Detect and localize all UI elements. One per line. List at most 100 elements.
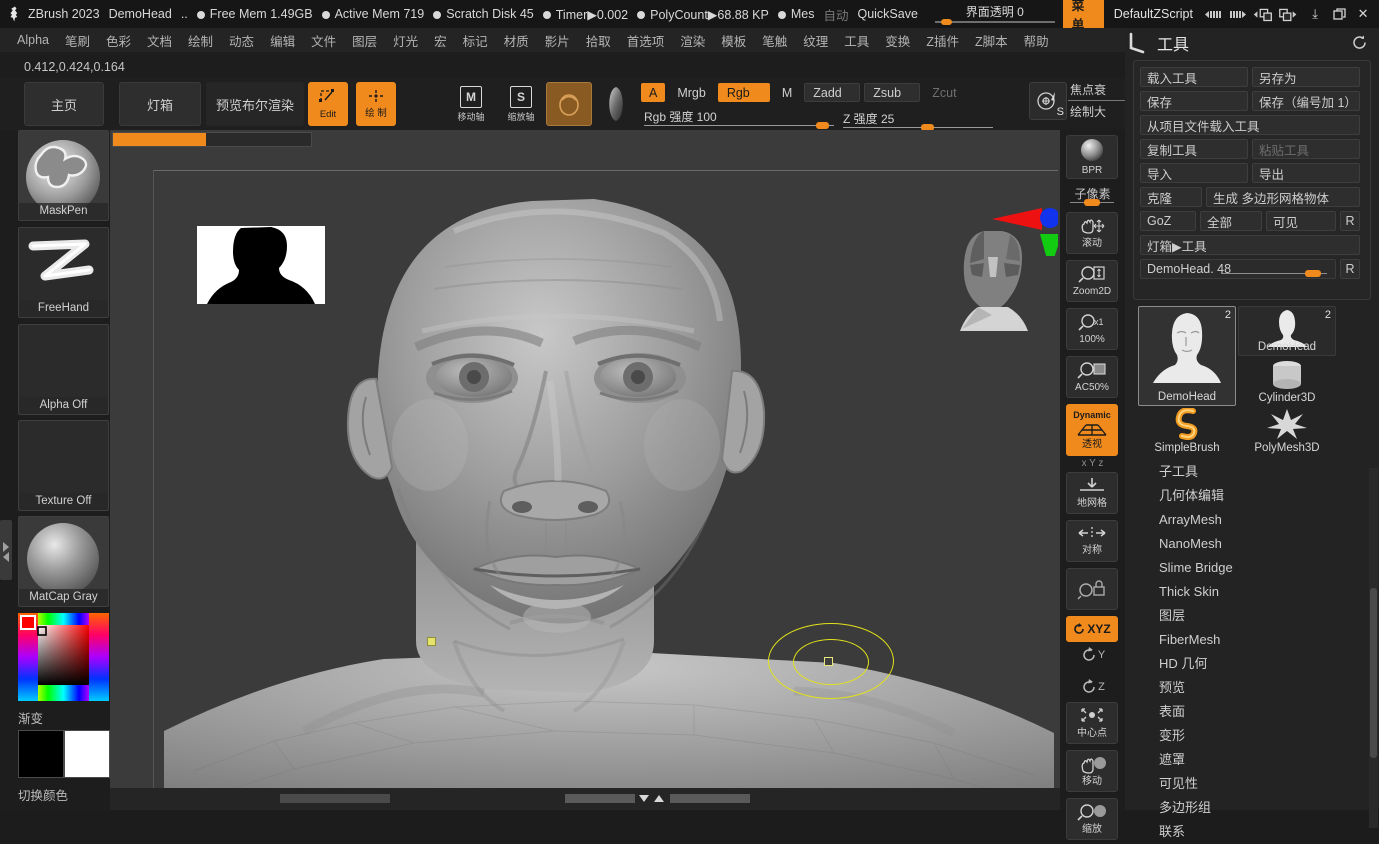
- tool-section-8[interactable]: HD 几何: [1125, 652, 1379, 676]
- close-button[interactable]: ✕: [1351, 3, 1375, 25]
- canvas-viewport[interactable]: [110, 130, 1060, 810]
- scroll-left-icon[interactable]: [1203, 4, 1225, 24]
- save-button[interactable]: 保存: [1140, 91, 1248, 111]
- primary-color-swatch[interactable]: [18, 730, 64, 778]
- menu-item-2[interactable]: 色彩: [99, 29, 138, 52]
- menu-item-19[interactable]: 纹理: [796, 29, 835, 52]
- zscript-name[interactable]: DefaultZScript: [1114, 7, 1193, 21]
- tool-panel-scroll-thumb[interactable]: [1370, 588, 1377, 758]
- symmetry-button[interactable]: 对称: [1066, 520, 1118, 562]
- load-tool-from-project-button[interactable]: 从项目文件载入工具: [1140, 115, 1360, 135]
- zcut-toggle[interactable]: Zcut: [924, 83, 964, 102]
- alpha-toggle[interactable]: A: [641, 83, 665, 102]
- aahalf-button[interactable]: AC50%: [1066, 356, 1118, 398]
- menu-item-18[interactable]: 笔触: [755, 29, 794, 52]
- stroke-slot[interactable]: FreeHand: [18, 227, 109, 318]
- refresh-icon[interactable]: [1352, 35, 1367, 54]
- z-rotate-button[interactable]: Z: [1060, 678, 1125, 696]
- z-intensity-slider[interactable]: Z 强度 25: [843, 110, 993, 128]
- tool-section-9[interactable]: 预览: [1125, 676, 1379, 700]
- tool-section-10[interactable]: 表面: [1125, 700, 1379, 724]
- scale-button[interactable]: 缩放: [1066, 798, 1118, 840]
- make-polymesh3d-button[interactable]: 生成 多边形网格物体: [1206, 187, 1360, 207]
- menu-item-3[interactable]: 文档: [140, 29, 179, 52]
- move-button[interactable]: 移动: [1066, 750, 1118, 792]
- rgb-intensity-slider[interactable]: Rgb 强度 100: [644, 108, 834, 126]
- color-picker[interactable]: [18, 613, 109, 701]
- minimize-button[interactable]: ⤓: [1303, 3, 1327, 25]
- tool-thumb-demohead-small[interactable]: 2 DemoHead: [1238, 306, 1336, 356]
- menu-item-14[interactable]: 拾取: [579, 29, 618, 52]
- next-layout-icon[interactable]: [1277, 4, 1301, 24]
- menu-item-23[interactable]: Z脚本: [968, 29, 1015, 52]
- focal-shift-button[interactable]: S: [1029, 82, 1067, 120]
- lightbox-button[interactable]: 灯箱: [119, 82, 201, 126]
- draw-button[interactable]: 绘 制: [356, 82, 396, 126]
- tool-section-15[interactable]: 联系: [1125, 820, 1379, 844]
- tool-section-14[interactable]: 多边形组: [1125, 796, 1379, 820]
- export-button[interactable]: 导出: [1252, 163, 1360, 183]
- menu-item-0[interactable]: Alpha: [10, 31, 56, 49]
- import-button[interactable]: 导入: [1140, 163, 1248, 183]
- menu-item-8[interactable]: 图层: [345, 29, 384, 52]
- zoom2d-button[interactable]: Zoom2D: [1066, 260, 1118, 302]
- menu-item-17[interactable]: 模板: [714, 29, 753, 52]
- tool-section-2[interactable]: ArrayMesh: [1125, 508, 1379, 532]
- tool-thumb-simplebrush[interactable]: SimpleBrush: [1138, 408, 1236, 456]
- scale-axis-button[interactable]: S 缩放轴: [499, 82, 543, 126]
- switch-color-label[interactable]: 切换颜色: [18, 785, 68, 804]
- zadd-toggle[interactable]: Zadd: [804, 83, 860, 102]
- move-axis-button[interactable]: M 移动轴: [449, 82, 493, 126]
- m-toggle[interactable]: M: [774, 83, 800, 102]
- tool-thumb-demohead-large[interactable]: 2 DemoHead: [1138, 306, 1236, 406]
- menu-item-13[interactable]: 影片: [538, 29, 577, 52]
- tool-section-11[interactable]: 变形: [1125, 724, 1379, 748]
- home-button[interactable]: 主页: [24, 82, 104, 126]
- current-texture-swatch[interactable]: [546, 82, 592, 126]
- subpixel-knob[interactable]: [1084, 199, 1100, 206]
- document-area[interactable]: [153, 170, 1058, 810]
- perspective-button[interactable]: Dynamic 透视: [1066, 404, 1118, 456]
- lock-camera-button[interactable]: [1066, 568, 1118, 610]
- prev-layout-icon[interactable]: [1251, 4, 1275, 24]
- tool-item-knob[interactable]: [1305, 270, 1321, 277]
- current-material-swatch[interactable]: [597, 82, 635, 126]
- save-plus-one-button[interactable]: 保存（编号加 1）: [1252, 91, 1360, 111]
- quicksave-button[interactable]: QuickSave: [857, 7, 917, 21]
- brush-slot[interactable]: MaskPen: [18, 130, 109, 221]
- menu-item-21[interactable]: 变换: [878, 29, 917, 52]
- menu-item-7[interactable]: 文件: [304, 29, 343, 52]
- xyz-rotate-button[interactable]: XYZ: [1066, 616, 1118, 642]
- rgb-toggle[interactable]: Rgb: [718, 83, 770, 102]
- bpr-button[interactable]: BPR: [1066, 135, 1118, 179]
- menu-item-24[interactable]: 帮助: [1017, 29, 1056, 52]
- load-tool-button[interactable]: 载入工具: [1140, 67, 1248, 87]
- menu-item-1[interactable]: 笔刷: [58, 29, 97, 52]
- axis-widget[interactable]: [974, 186, 1058, 256]
- menu-item-5[interactable]: 动态: [222, 29, 261, 52]
- center-button[interactable]: 中心点: [1066, 702, 1118, 744]
- tool-section-3[interactable]: NanoMesh: [1125, 532, 1379, 556]
- actual-size-button[interactable]: x1 100%: [1066, 308, 1118, 350]
- bottom-updown-arrows-icon[interactable]: [637, 793, 667, 804]
- tool-thumb-polymesh3d[interactable]: PolyMesh3D: [1238, 408, 1336, 456]
- texture-slot[interactable]: Texture Off: [18, 420, 109, 511]
- menu-item-6[interactable]: 编辑: [263, 29, 302, 52]
- save-as-button[interactable]: 另存为: [1252, 67, 1360, 87]
- restore-button[interactable]: [1327, 3, 1351, 25]
- menu-item-10[interactable]: 宏: [427, 29, 454, 52]
- tool-item-r-button[interactable]: R: [1340, 259, 1360, 279]
- menu-item-20[interactable]: 工具: [837, 29, 876, 52]
- tool-section-6[interactable]: 图层: [1125, 604, 1379, 628]
- tool-section-7[interactable]: FiberMesh: [1125, 628, 1379, 652]
- goz-r-button[interactable]: R: [1340, 211, 1360, 231]
- boolean-preview-button[interactable]: 预览布尔渲染: [206, 82, 304, 126]
- tool-section-4[interactable]: Slime Bridge: [1125, 556, 1379, 580]
- goz-all-button[interactable]: 全部: [1200, 211, 1262, 231]
- rgb-intensity-knob[interactable]: [816, 122, 829, 129]
- menu-item-22[interactable]: Z插件: [919, 29, 966, 52]
- menu-item-11[interactable]: 标记: [456, 29, 495, 52]
- floor-grid-button[interactable]: 地网格: [1066, 472, 1118, 514]
- menu-item-9[interactable]: 灯光: [386, 29, 425, 52]
- ui-opacity-knob[interactable]: [941, 19, 952, 25]
